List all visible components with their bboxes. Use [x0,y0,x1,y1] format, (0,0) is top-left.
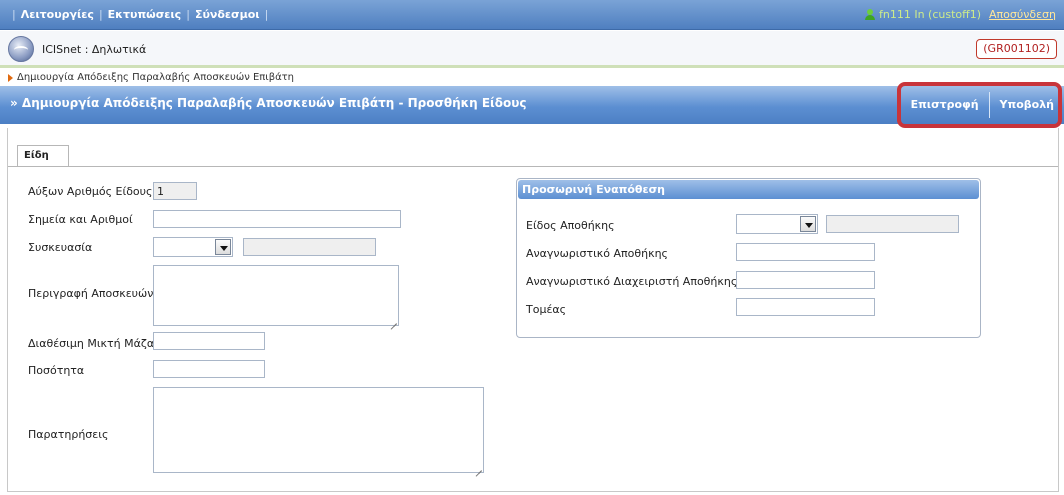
logout-link[interactable]: Αποσύνδεση [989,8,1056,21]
gross-mass-label: Διαθέσιμη Μικτή Μάζα [28,337,155,350]
storage-id-label: Αναγνωριστικό Αποθήκης [526,247,669,260]
baggage-description-textarea[interactable] [153,265,399,326]
breadcrumb: Δημιουργία Απόδειξης Παραλαβής Αποσκευών… [8,72,294,83]
app-title: ICISnet : Δηλωτικά [42,43,147,56]
chevron-down-icon[interactable] [215,239,231,255]
remarks-label: Παρατηρήσεις [28,428,109,441]
packaging-label: Συσκευασία [28,241,93,254]
menu-item-prints[interactable]: Εκτυπώσεις [105,8,185,21]
user-info: fn111 In (custoff1) [879,8,982,21]
packaging-description-field [243,238,376,256]
remarks-textarea[interactable] [153,387,484,473]
user-icon [865,9,875,20]
item-number-label: Αύξων Αριθμός Είδους [28,185,153,198]
item-number-field[interactable] [153,182,197,200]
actions-highlight-box [897,82,1062,128]
menu-separator: | [264,8,269,21]
main-menu: | Λειτουργίες | Εκτυπώσεις | Σύνδεσμοι | [10,8,270,21]
temporary-storage-title: Προσωρινή Εναπόθεση [518,180,979,199]
menu-separator: | [186,8,190,21]
storage-id-field[interactable] [736,243,875,261]
packaging-select[interactable] [153,237,233,257]
storage-manager-id-field[interactable] [736,271,875,289]
app-logo-icon [8,36,34,62]
storage-type-label: Είδος Αποθήκης [526,219,615,232]
sector-field[interactable] [736,298,875,316]
menu-item-links[interactable]: Σύνδεσμοι [192,8,263,21]
user-area: fn111 In (custoff1) Αποσύνδεση [865,8,1056,21]
baggage-description-label: Περιγραφή Αποσκευών [28,287,154,300]
storage-type-select[interactable] [736,214,818,234]
resize-grip-icon[interactable] [389,316,397,324]
resize-grip-icon[interactable] [474,463,482,471]
temporary-storage-panel: Προσωρινή Εναπόθεση Είδος Αποθήκης Αναγν… [516,178,981,338]
form-content: Είδη Αύξων Αριθμός Είδους Σημεία και Αρι… [7,128,1059,492]
chevron-down-icon[interactable] [800,216,816,232]
app-header: ICISnet : Δηλωτικά (GR001102) [0,31,1064,68]
quantity-field[interactable] [153,360,265,378]
menu-item-functions[interactable]: Λειτουργίες [18,8,97,21]
menu-separator: | [12,8,16,21]
breadcrumb-item[interactable]: Δημιουργία Απόδειξης Παραλαβής Αποσκευών… [17,72,294,83]
tab-divider [8,166,1058,167]
gross-mass-field[interactable] [153,332,265,350]
top-menu-bar: | Λειτουργίες | Εκτυπώσεις | Σύνδεσμοι |… [0,0,1064,30]
storage-manager-id-label: Αναγνωριστικό Διαχειριστή Αποθήκης [526,275,738,288]
quantity-label: Ποσότητα [28,364,85,377]
sector-label: Τομέας [526,303,567,316]
storage-type-description-field [826,215,959,233]
marks-numbers-field[interactable] [153,210,401,228]
breadcrumb-arrow-icon [8,73,13,82]
customs-office-badge: (GR001102) [976,39,1057,59]
tab-items[interactable]: Είδη [17,145,69,167]
page-title: » Δημιουργία Απόδειξης Παραλαβής Αποσκευ… [10,96,527,110]
menu-separator: | [98,8,103,21]
marks-numbers-label: Σημεία και Αριθμοί [28,213,133,226]
